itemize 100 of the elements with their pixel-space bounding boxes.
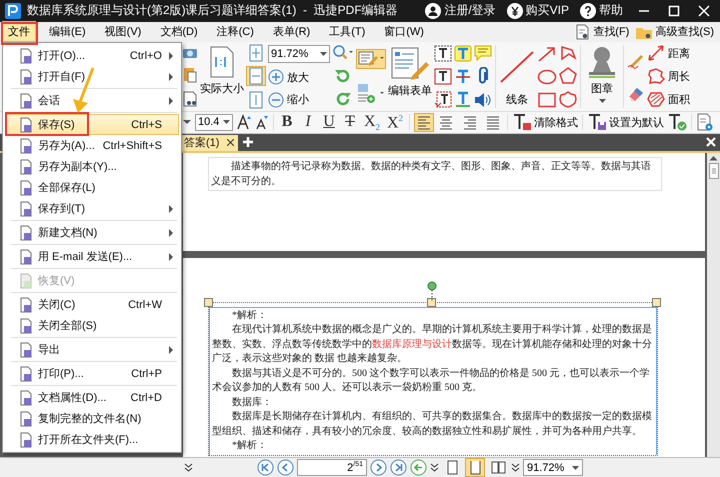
- clear-format-button[interactable]: 清除格式: [512, 113, 578, 132]
- text-style-button[interactable]: I: [299, 113, 317, 132]
- zoom-dropdown[interactable]: 91.72%: [523, 459, 583, 476]
- resize-handle[interactable]: [652, 298, 661, 307]
- binoculars-document-icon[interactable]: [182, 91, 198, 108]
- yen-icon[interactable]: [506, 2, 523, 19]
- previous-page-icon[interactable]: [277, 459, 294, 476]
- page-layout-button[interactable]: [465, 458, 485, 477]
- menu-item[interactable]: 用 E-mail 发送(E)...: [5, 246, 179, 267]
- scroll-thumb-icon[interactable]: [708, 162, 718, 179]
- first-page-icon[interactable]: [257, 459, 274, 476]
- arrow-icon[interactable]: [537, 45, 557, 64]
- menu-item[interactable]: 保存(S) Ctrl+S: [5, 114, 179, 135]
- resize-handle[interactable]: [204, 298, 213, 307]
- new-tab-icon[interactable]: [242, 136, 254, 148]
- find-button[interactable]: 查找(F): [593, 24, 630, 40]
- menu-item[interactable]: 导出: [5, 339, 179, 360]
- document-settings-icon[interactable]: [696, 113, 714, 132]
- menu-item[interactable]: 新建文档(N): [5, 222, 179, 243]
- shrink-font-icon[interactable]: [255, 114, 269, 130]
- menu-item[interactable]: 打印(P)... Ctrl+P: [5, 363, 179, 384]
- user-icon[interactable]: [425, 2, 442, 19]
- font-dropdown-caret-icon[interactable]: [182, 119, 192, 126]
- speaker-icon[interactable]: [474, 92, 492, 108]
- zoom-in-button[interactable]: 放大: [268, 69, 309, 86]
- menu-item[interactable]: 文档属性(D)... Ctrl+D: [5, 387, 179, 408]
- paperclip-icon[interactable]: [477, 67, 489, 86]
- document-tab[interactable]: 答案(1): [180, 134, 238, 151]
- menu-item[interactable]: 关闭(C) Ctrl+W: [5, 294, 179, 315]
- menu-item[interactable]: 打开自(F): [5, 66, 179, 87]
- menu-item[interactable]: 关闭全部(S): [5, 315, 179, 336]
- menu-item[interactable]: 编辑(E): [43, 21, 92, 42]
- resize-handle[interactable]: [427, 298, 436, 307]
- close-icon[interactable]: [706, 137, 716, 148]
- clipboard-icon[interactable]: [183, 66, 197, 84]
- text-style-button[interactable]: U: [320, 113, 338, 132]
- menu-item[interactable]: 注释(C): [210, 21, 260, 42]
- zoom-out-button[interactable]: 缩小: [268, 92, 309, 108]
- format-check-icon[interactable]: [667, 113, 687, 132]
- comment-icon[interactable]: [474, 45, 492, 62]
- text-style-button[interactable]: T: [341, 113, 359, 132]
- add-image-text-icon[interactable]: [356, 82, 386, 104]
- measure-button[interactable]: 面积: [647, 90, 690, 108]
- last-page-icon[interactable]: [390, 459, 407, 476]
- menu-item[interactable]: 另存为(A)... Ctrl+Shift+S: [5, 135, 179, 156]
- more-chevron-icon[interactable]: [184, 463, 193, 472]
- fit-visible-icon[interactable]: [248, 90, 264, 109]
- maximize-icon[interactable]: [668, 4, 680, 17]
- next-page-icon[interactable]: [370, 459, 387, 476]
- more-chevron-icon[interactable]: [511, 463, 520, 472]
- menu-item[interactable]: 工具(T): [323, 21, 372, 42]
- menu-item[interactable]: 全部保存(L): [5, 177, 179, 198]
- close-tab-icon[interactable]: [227, 139, 234, 146]
- menu-item[interactable]: 复制完整的文件名(N): [5, 408, 179, 429]
- menu-item[interactable]: 保存到(T): [5, 198, 179, 219]
- help-icon[interactable]: [580, 2, 596, 19]
- actual-size-button[interactable]: 实际大小: [200, 42, 244, 111]
- text-callout-icon[interactable]: [434, 90, 452, 108]
- rectangle-icon[interactable]: [537, 92, 557, 108]
- align-button[interactable]: [414, 112, 434, 132]
- menu-item[interactable]: 视图(V): [98, 21, 148, 42]
- font-size-field[interactable]: 10.4: [195, 114, 233, 131]
- login-link[interactable]: 注册/登录: [444, 2, 496, 20]
- zoom-dropdown[interactable]: 91.72%: [268, 45, 330, 64]
- more-chevron-icon[interactable]: [430, 463, 439, 472]
- menu-item[interactable]: 另存为副本(Y)...: [5, 156, 179, 177]
- help-link[interactable]: 帮助: [599, 2, 623, 20]
- stamp-button[interactable]: 图章: [584, 42, 620, 111]
- ellipse-icon[interactable]: [537, 69, 557, 86]
- pentagon-icon[interactable]: [559, 67, 577, 84]
- menu-item[interactable]: 文档(D): [154, 21, 204, 42]
- line-tool-button[interactable]: 线条: [499, 42, 535, 111]
- strikeout-text-icon[interactable]: [454, 68, 472, 85]
- set-default-button[interactable]: 设置为默认: [587, 113, 664, 132]
- menu-item[interactable]: 表单(R): [266, 21, 316, 42]
- advanced-find-button[interactable]: 高级查找(S): [655, 24, 714, 40]
- polyline-icon[interactable]: [559, 45, 577, 62]
- edit-form-button[interactable]: 编辑表单: [388, 42, 432, 111]
- menu-item[interactable]: 窗口(W): [378, 21, 430, 42]
- measure-button[interactable]: 距离: [647, 44, 690, 62]
- text-style-button[interactable]: B: [278, 113, 296, 132]
- menu-item[interactable]: 打开(O)... Ctrl+O: [5, 45, 179, 66]
- text-style-button[interactable]: X$^{2}$: [385, 112, 405, 132]
- fit-width-icon[interactable]: [246, 66, 266, 86]
- find-document-icon[interactable]: [575, 24, 592, 40]
- fit-page-icon[interactable]: [248, 44, 264, 62]
- text-box[interactable]: [208, 302, 658, 456]
- vertical-scrollbar[interactable]: [707, 152, 720, 457]
- text-field-icon[interactable]: [434, 68, 452, 85]
- vip-link[interactable]: 购买VIP: [526, 2, 569, 20]
- cloud-shape-icon[interactable]: [559, 90, 577, 108]
- grow-font-icon[interactable]: [236, 114, 252, 130]
- edit-content-icon[interactable]: [356, 48, 386, 69]
- text-box[interactable]: 描述事物的符号记录称为数据。数据的种类有文字、图形、图象、声音、正文等等。数据与其语义是不可分的。: [208, 156, 662, 191]
- menu-item[interactable]: 打开所在文件夹(F)...: [5, 429, 179, 450]
- close-icon[interactable]: [698, 4, 710, 17]
- text-style-button[interactable]: X$_{2}$: [362, 112, 382, 132]
- eraser-icon[interactable]: [627, 86, 645, 102]
- measure-button[interactable]: 周长: [647, 67, 690, 86]
- text-box-icon[interactable]: [434, 44, 452, 62]
